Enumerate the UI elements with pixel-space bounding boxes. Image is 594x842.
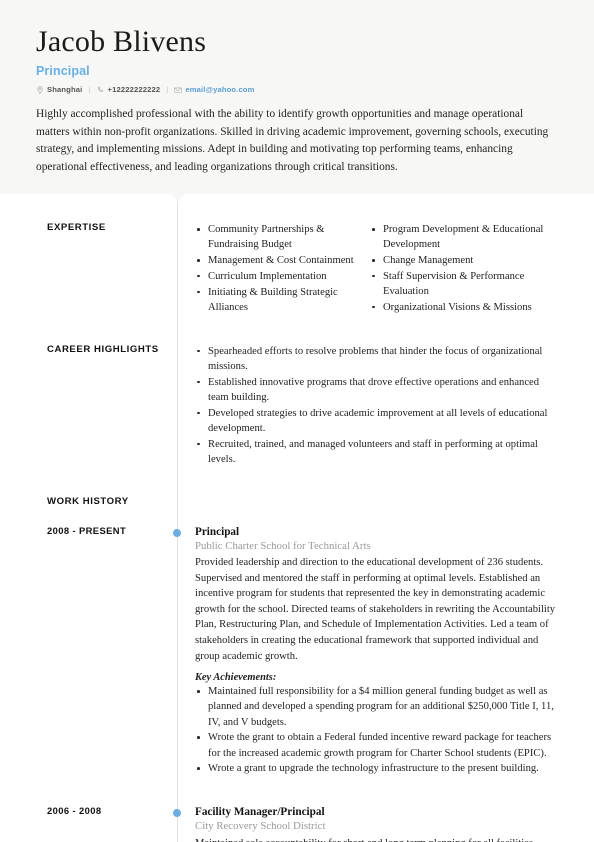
resume-page: Jacob Blivens Principal Shanghai | +1222… xyxy=(0,0,594,842)
job-dates-col: 2006 - 2008 xyxy=(0,805,177,842)
job-dates: 2008 - PRESENT xyxy=(47,524,127,536)
candidate-job-title: Principal xyxy=(36,64,90,79)
list-item: Organizational Visions & Missions xyxy=(370,300,558,315)
contact-location-text: Shanghai xyxy=(47,85,83,95)
section-work-history-heading: WORK HISTORY xyxy=(0,496,594,507)
job-description: Provided leadership and direction to the… xyxy=(195,557,556,662)
section-label-career-highlights: CAREER HIGHLIGHTS xyxy=(47,343,159,355)
list-item: Curriculum Implementation xyxy=(195,269,370,284)
contact-email[interactable]: email@yahoo.com xyxy=(174,85,254,94)
contact-phone-text: +12222222222 xyxy=(107,85,161,95)
map-pin-icon xyxy=(36,86,44,94)
list-item: Community Partnerships & Fundraising Bud… xyxy=(195,222,370,253)
contact-location: Shanghai xyxy=(36,85,82,94)
resume-header: Jacob Blivens Principal Shanghai | +1222… xyxy=(0,0,594,195)
list-item: Recruited, trained, and managed voluntee… xyxy=(195,437,558,468)
key-achievements-list: Maintained full responsibility for a $4 … xyxy=(195,684,558,777)
career-highlights-list: Spearheaded efforts to resolve problems … xyxy=(195,344,558,468)
envelope-icon xyxy=(174,86,183,94)
job-details: Principal Public Charter School for Tech… xyxy=(177,525,594,778)
list-item: Program Development & Educational Develo… xyxy=(370,222,558,253)
section-expertise: EXPERTISE Community Partnerships & Fundr… xyxy=(0,222,594,316)
contact-separator-2: | xyxy=(166,85,169,95)
list-item: Established innovative programs that dro… xyxy=(195,375,558,406)
expertise-label-col: EXPERTISE xyxy=(0,222,177,316)
profile-summary: Highly accomplished professional with th… xyxy=(36,108,549,173)
list-item: Change Management xyxy=(370,253,558,268)
list-item: Staff Supervision & Performance Evaluati… xyxy=(370,269,558,300)
expertise-content: Community Partnerships & Fundraising Bud… xyxy=(177,222,594,316)
work-history-entry: 2006 - 2008 Facility Manager/Principal C… xyxy=(0,805,594,842)
job-organization: Public Charter School for Technical Arts xyxy=(195,539,371,552)
key-achievements-title: Key Achievements: xyxy=(195,672,277,684)
list-item: Developed strategies to drive academic i… xyxy=(195,406,558,437)
list-item: Management & Cost Containment xyxy=(195,253,370,268)
work-history-label-col: WORK HISTORY xyxy=(0,496,177,507)
career-highlights-content: Spearheaded efforts to resolve problems … xyxy=(177,344,594,468)
section-label-expertise: EXPERTISE xyxy=(47,222,106,234)
phone-icon xyxy=(97,86,105,94)
list-item: Maintained full responsibility for a $4 … xyxy=(195,684,558,730)
work-history-entry: 2008 - PRESENT Principal Public Charter … xyxy=(0,525,594,778)
contact-email-text[interactable]: email@yahoo.com xyxy=(185,85,254,94)
job-description: Maintained sole accountability for short… xyxy=(195,836,558,842)
career-highlights-label-col: CAREER HIGHLIGHTS xyxy=(0,344,177,468)
expertise-list-column-1: Community Partnerships & Fundraising Bud… xyxy=(195,222,370,316)
list-item: Spearheaded efforts to resolve problems … xyxy=(195,344,558,375)
section-label-work-history: WORK HISTORY xyxy=(47,495,129,507)
job-title: Principal xyxy=(195,525,240,538)
resume-body: EXPERTISE Community Partnerships & Fundr… xyxy=(0,193,594,842)
list-item: Initiating & Building Strategic Alliance… xyxy=(195,285,370,316)
job-dates-col: 2008 - PRESENT xyxy=(0,525,177,778)
expertise-list-column-2: Program Development & Educational Develo… xyxy=(370,222,558,316)
list-item: Wrote a grant to upgrade the technology … xyxy=(195,761,558,776)
contact-phone: +12222222222 xyxy=(97,85,161,94)
job-organization: City Recovery School District xyxy=(195,820,326,833)
contact-row: Shanghai | +12222222222 | email@yahoo.co… xyxy=(36,85,558,94)
list-item: Wrote the grant to obtain a Federal fund… xyxy=(195,730,558,761)
header-notch xyxy=(170,193,186,203)
job-title: Facility Manager/Principal xyxy=(195,806,325,819)
contact-separator-1: | xyxy=(88,85,91,95)
candidate-name: Jacob Blivens xyxy=(36,25,207,58)
job-dates: 2006 - 2008 xyxy=(47,805,102,817)
job-details: Facility Manager/Principal City Recovery… xyxy=(177,805,594,842)
timeline-dot xyxy=(173,528,181,537)
section-career-highlights: CAREER HIGHLIGHTS Spearheaded efforts to… xyxy=(0,344,594,468)
